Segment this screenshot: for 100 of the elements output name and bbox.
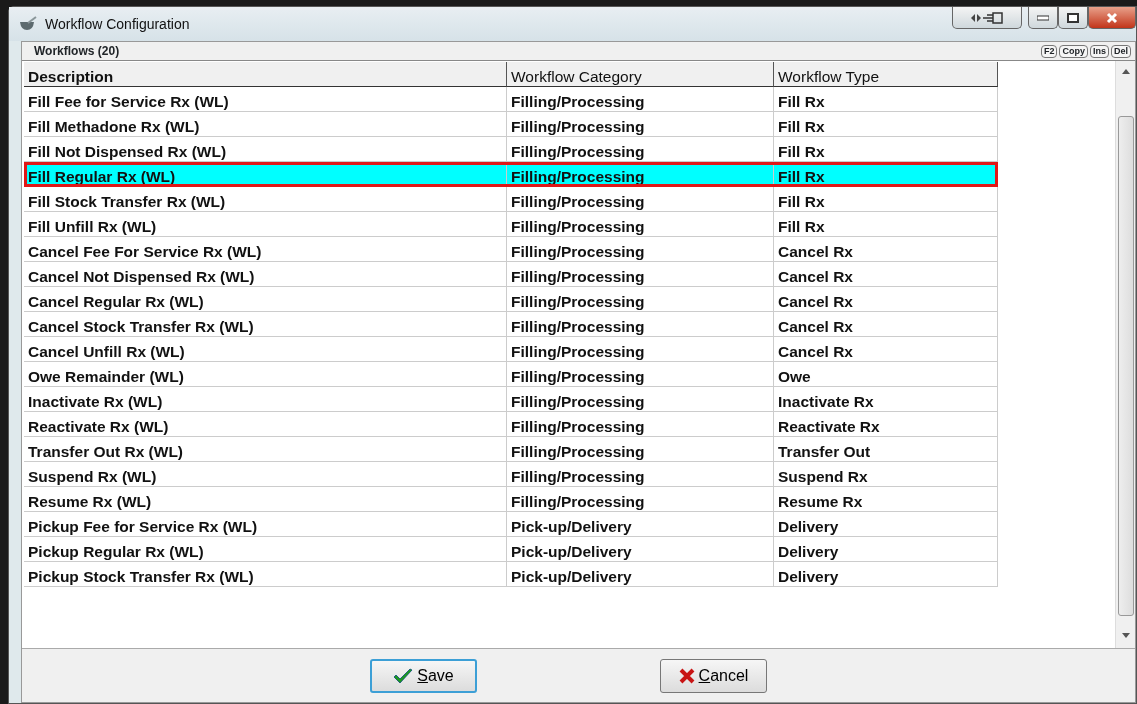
scrollbar[interactable] [1115,61,1135,648]
cancel-button[interactable]: Cancel [660,658,767,693]
table-cell: Owe [774,362,998,387]
window-title: Workflow Configuration [45,14,190,34]
table-cell: Suspend Rx (WL) [24,462,507,487]
table-cell: Filling/Processing [507,462,774,487]
table-row[interactable]: Cancel Not Dispensed Rx (WL) Filling/Processing Cancel Rx [24,262,998,287]
table-cell: Filling/Processing [507,237,774,262]
table-cell: Pick-up/Delivery [507,512,774,537]
table-cell: Filling/Processing [507,362,774,387]
table-cell: Pickup Regular Rx (WL) [24,537,507,562]
table-row[interactable]: Fill Fee for Service Rx (WL) Filling/Processing Fill Rx [24,87,998,112]
table-row[interactable]: Cancel Unfill Rx (WL) Filling/Processing Cancel Rx [24,337,998,362]
table-cell: Filling/Processing [507,437,774,462]
table-cell: Fill Rx [774,212,998,237]
table-row[interactable]: Fill Stock Transfer Rx (WL) Filling/Processing Fill Rx [24,187,998,212]
table-cell: Filling/Processing [507,262,774,287]
table-row[interactable]: Resume Rx (WL) Filling/Processing Resume Rx [24,487,998,512]
table-cell: Cancel Rx [774,262,998,287]
table-cell: Filling/Processing [507,162,774,187]
table-cell: Cancel Fee For Service Rx (WL) [24,237,507,262]
shortcut-key-button[interactable]: Copy [1059,44,1088,58]
table-cell: Filling/Processing [507,337,774,362]
table-row[interactable]: Owe Remainder (WL) Filling/Processing Owe [24,362,998,387]
table-cell: Delivery [774,512,998,537]
column-header[interactable]: Workflow Category [507,62,774,87]
table-row[interactable]: Fill Unfill Rx (WL) Filling/Processing Fill Rx [24,212,998,237]
table-cell: Cancel Rx [774,337,998,362]
table-cell: Cancel Stock Transfer Rx (WL) [24,312,507,337]
scroll-down-icon [1121,633,1130,638]
table-cell: Inactivate Rx [774,387,998,412]
table-cell: Owe Remainder (WL) [24,362,507,387]
scrollbar-thumb[interactable] [1117,116,1134,616]
table-cell: Fill Fee for Service Rx (WL) [24,87,507,112]
table-cell: Cancel Rx [774,237,998,262]
table-cell: Filling/Processing [507,212,774,237]
table-cell: Resume Rx (WL) [24,487,507,512]
table-cell: Filling/Processing [507,312,774,337]
table-cell: Cancel Rx [774,312,998,337]
table-cell: Inactivate Rx (WL) [24,387,507,412]
column-header[interactable]: Workflow Type [774,62,998,87]
maximize-button[interactable] [1058,7,1088,29]
table-cell: Resume Rx [774,487,998,512]
shortcut-key-button[interactable]: Ins [1089,44,1109,58]
table-cell: Filling/Processing [507,387,774,412]
maximize-icon [1067,12,1079,23]
table-cell: Reactivate Rx (WL) [24,412,507,437]
table-row[interactable]: Pickup Regular Rx (WL) Pick-up/Delivery Delivery [24,537,998,562]
table-cell: Fill Rx [774,187,998,212]
scroll-up-icon [1121,69,1130,74]
table-cell: Fill Methadone Rx (WL) [24,112,507,137]
table-cell: Fill Unfill Rx (WL) [24,212,507,237]
table-cell: Cancel Rx [774,287,998,312]
table-row[interactable]: Inactivate Rx (WL) Filling/Processing Inactivate Rx [24,387,998,412]
table-cell: Fill Stock Transfer Rx (WL) [24,187,507,212]
close-icon [1106,11,1118,24]
table-cell: Delivery [774,562,998,587]
table-row[interactable]: Fill Methadone Rx (WL) Filling/Processing Fill Rx [24,112,998,137]
table-cell: Pick-up/Delivery [507,562,774,587]
dock-button[interactable] [952,7,1022,29]
minimize-button[interactable] [1028,7,1058,29]
table-row[interactable]: Reactivate Rx (WL) Filling/Processing Reactivate Rx [24,412,998,437]
table-cell: Pick-up/Delivery [507,537,774,562]
minimize-icon [1037,14,1049,21]
table-cell: Filling/Processing [507,187,774,212]
table-row[interactable]: Fill Regular Rx (WL) Filling/Processing Fill Rx [24,162,998,187]
table-cell: Cancel Regular Rx (WL) [24,287,507,312]
table-cell: Delivery [774,537,998,562]
table-cell: Pickup Stock Transfer Rx (WL) [24,562,507,587]
table-row[interactable]: Pickup Stock Transfer Rx (WL) Pick-up/Delivery Delivery [24,562,998,587]
table-cell: Reactivate Rx [774,412,998,437]
table-row[interactable]: Cancel Regular Rx (WL) Filling/Processing Cancel Rx [24,287,998,312]
table-cell: Filling/Processing [507,287,774,312]
table-cell: Transfer Out Rx (WL) [24,437,507,462]
mortar-icon [19,16,37,32]
save-button[interactable]: Save [370,658,477,693]
table-cell: Filling/Processing [507,87,774,112]
table-cell: Fill Rx [774,162,998,187]
table-row[interactable]: Cancel Stock Transfer Rx (WL) Filling/Processing Cancel Rx [24,312,998,337]
table-cell: Cancel Not Dispensed Rx (WL) [24,262,507,287]
checkmark-icon [393,667,414,684]
table-row[interactable]: Pickup Fee for Service Rx (WL) Pick-up/Delivery Delivery [24,512,998,537]
table-cell: Fill Rx [774,87,998,112]
shortcut-key-button[interactable]: F2 [1040,44,1058,58]
table-row[interactable]: Suspend Rx (WL) Filling/Processing Suspend Rx [24,462,998,487]
table-cell: Fill Rx [774,112,998,137]
panel-title: Workflows (20) [34,43,120,60]
table-cell: Filling/Processing [507,112,774,137]
close-icon [678,667,695,684]
shortcut-key-button[interactable]: Del [1111,44,1131,58]
table-row[interactable]: Transfer Out Rx (WL) Filling/Processing Transfer Out [24,437,998,462]
table-cell: Transfer Out [774,437,998,462]
close-button[interactable] [1088,7,1136,29]
column-header[interactable]: Description [24,62,507,87]
table-cell: Suspend Rx [774,462,998,487]
table-row[interactable]: Cancel Fee For Service Rx (WL) Filling/Processing Cancel Rx [24,237,998,262]
table-cell: Pickup Fee for Service Rx (WL) [24,512,507,537]
table-cell: Cancel Unfill Rx (WL) [24,337,507,362]
table-cell: Filling/Processing [507,487,774,512]
table-cell: Fill Regular Rx (WL) [24,162,507,187]
